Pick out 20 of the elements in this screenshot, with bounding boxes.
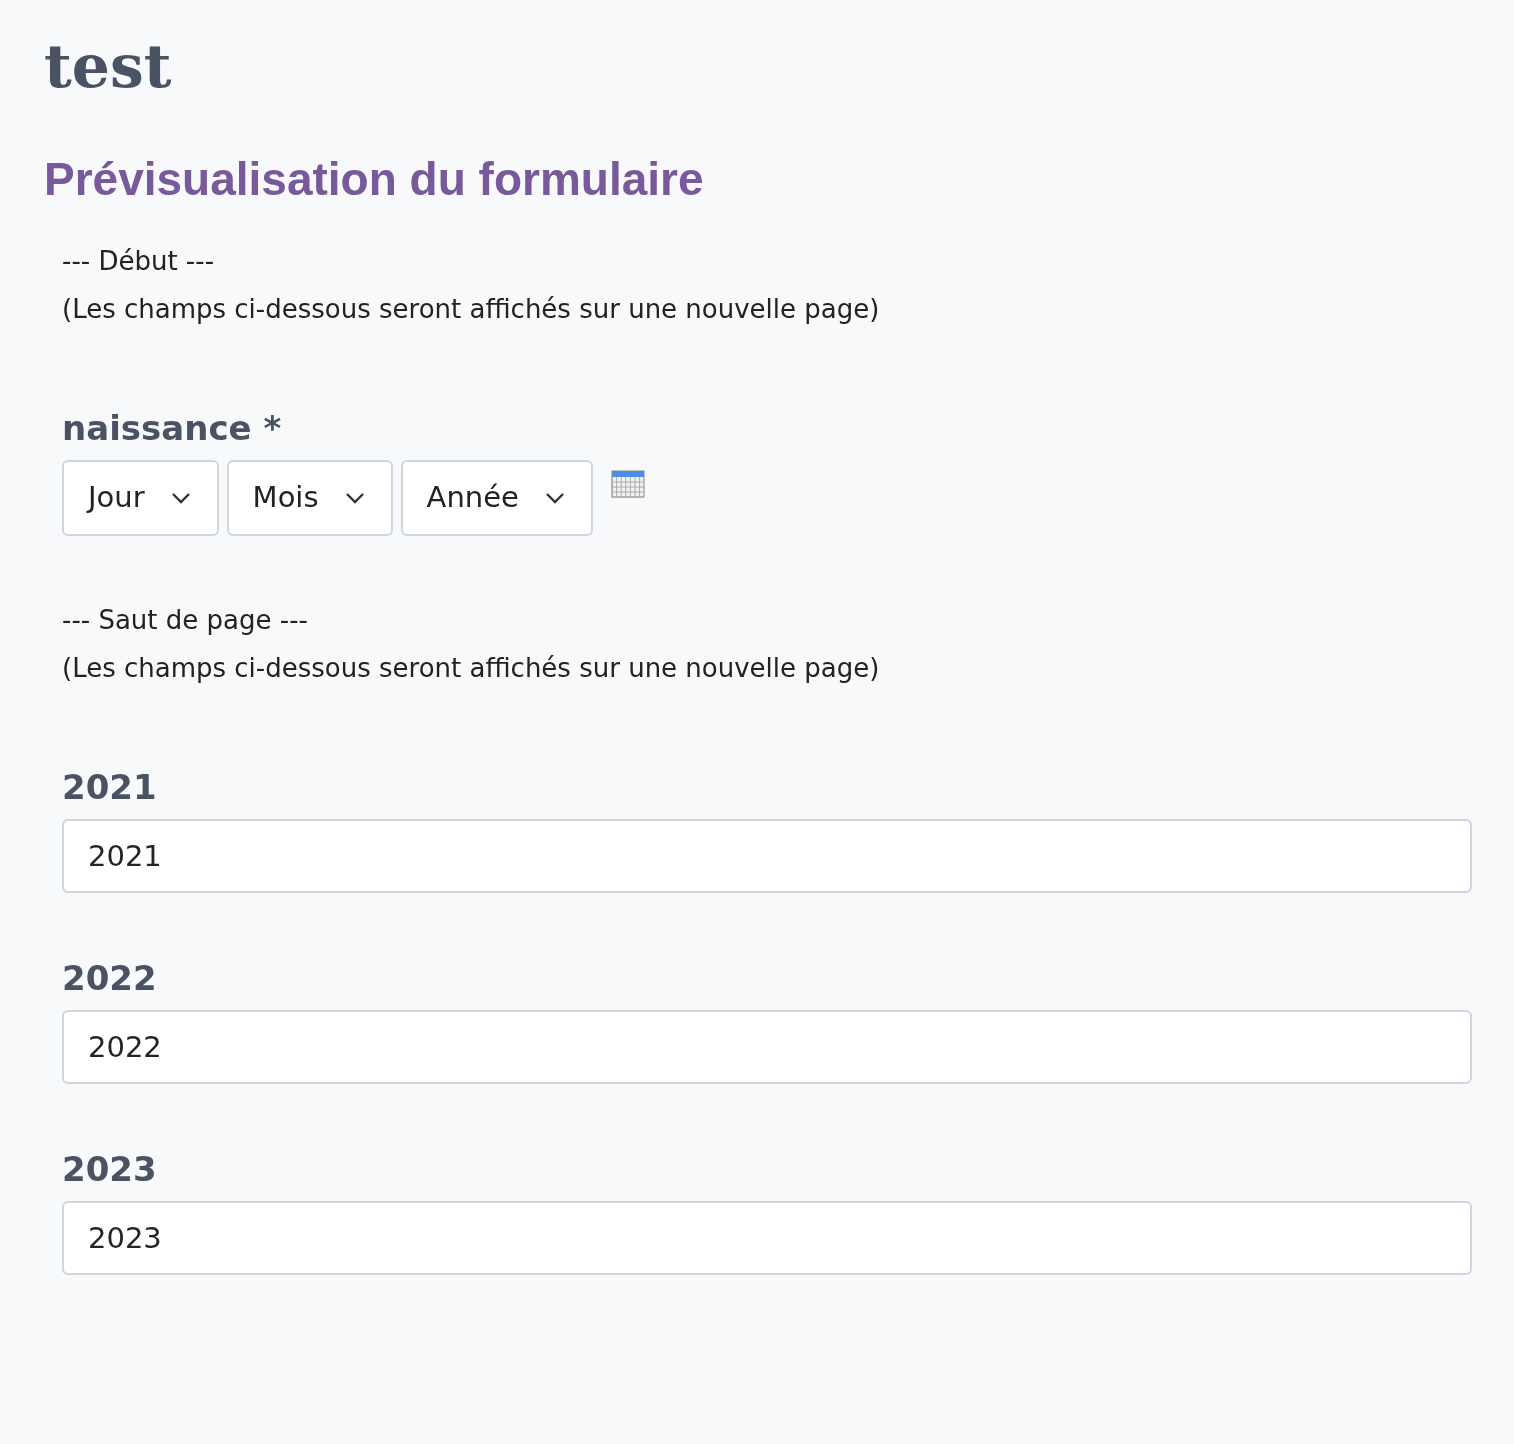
page-break-marker: --- Début ---: [62, 245, 214, 279]
field-label: 2022: [62, 957, 157, 1001]
calendar-icon[interactable]: [610, 470, 645, 499]
field-label: 2021: [62, 766, 157, 810]
chevron-down-icon: [544, 492, 565, 505]
date-select[interactable]: Année: [400, 460, 593, 537]
field-label: 2023: [62, 1148, 157, 1192]
chevron-down-icon: [344, 492, 365, 505]
page-break-note: (Les champs ci-dessous seront affichés sur une nouvelle page): [62, 293, 880, 327]
field-label: naissance *: [62, 407, 282, 451]
page-title: test: [44, 30, 173, 102]
page-break-note: (Les champs ci-dessous seront affichés sur une nouvelle page): [62, 652, 880, 686]
page-break-marker: --- Saut de page ---: [62, 604, 308, 638]
text-input[interactable]: 2022: [62, 1010, 1472, 1085]
date-select[interactable]: Mois: [226, 460, 393, 537]
text-input[interactable]: 2021: [62, 819, 1472, 894]
text-input[interactable]: 2023: [62, 1201, 1472, 1276]
chevron-down-icon: [170, 492, 191, 505]
date-select[interactable]: Jour: [62, 460, 219, 537]
form-heading: Prévisualisation du formulaire: [44, 152, 705, 207]
